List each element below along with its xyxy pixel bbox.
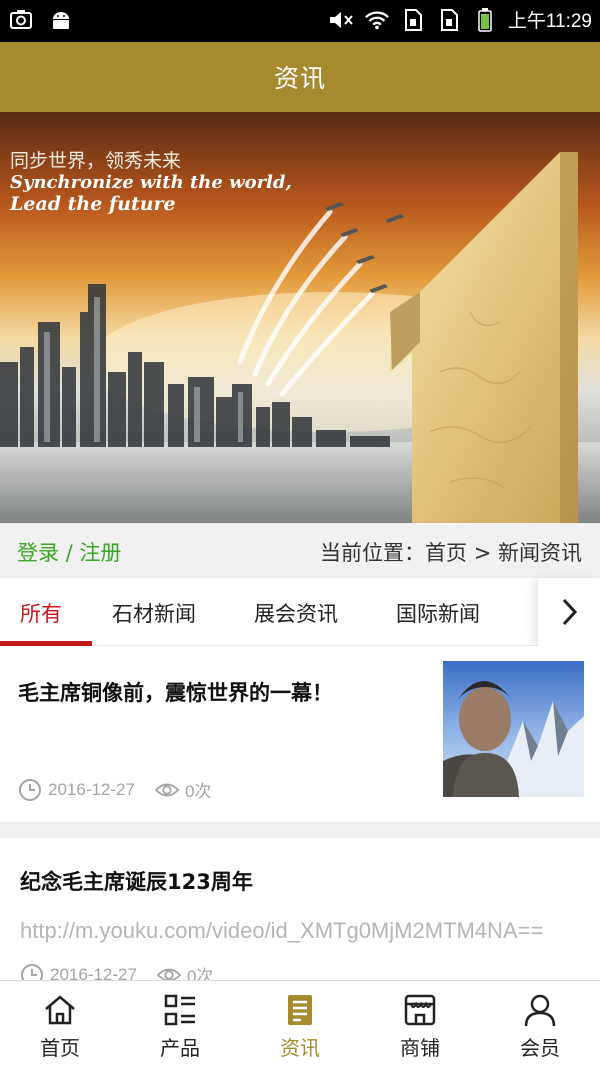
banner-slogan-cn: 同步世界，领秀未来	[10, 150, 182, 172]
sim1-icon	[400, 7, 426, 33]
nav-label: 商铺	[400, 1036, 440, 1060]
clock: 上午11:29	[507, 11, 592, 32]
screenshot-icon	[8, 7, 34, 33]
chevron-right-icon	[562, 598, 578, 626]
clock-icon	[20, 963, 44, 980]
nav-label: 首页	[40, 1036, 80, 1060]
sim2-icon	[436, 7, 462, 33]
breadcrumb: 当前位置：首页 > 新闻资讯	[320, 541, 582, 565]
list-icon	[164, 994, 195, 1026]
bottom-nav: 首页 产品 资讯 商铺 会员	[0, 980, 600, 1067]
article-meta: 2016-12-27 0次	[20, 962, 213, 980]
wifi-icon	[364, 7, 390, 33]
user-icon	[524, 994, 556, 1027]
nav-home[interactable]: 首页	[0, 981, 120, 1067]
eye-icon	[154, 778, 179, 802]
status-bar: 上午11:29	[0, 0, 600, 42]
breadcrumb-bar: 登录 / 注册 当前位置：首页 > 新闻资讯	[0, 523, 600, 578]
nav-label: 产品	[160, 1036, 200, 1060]
nav-member[interactable]: 会员	[480, 981, 600, 1067]
banner-image[interactable]: 同步世界，领秀未来 Synchronize with the world, Le…	[0, 112, 600, 523]
article-meta: 2016-12-27 0次	[18, 777, 211, 802]
article-title[interactable]: 纪念毛主席诞辰123周年	[20, 866, 253, 896]
banner-slogan-en-line2: Lead the future	[10, 193, 176, 215]
page-title: 资讯	[273, 64, 326, 93]
banner-slogan-en-line1: Synchronize with the world,	[10, 172, 292, 193]
news-icon	[288, 995, 312, 1025]
tabs-scroll-right-button[interactable]	[538, 578, 600, 646]
article-video-url[interactable]: http://m.youku.com/video/id_XMTg0MjM2MTM…	[20, 918, 543, 944]
home-icon	[45, 995, 75, 1025]
clock-icon	[18, 778, 42, 802]
article-views: 0次	[184, 782, 212, 801]
mute-icon	[328, 7, 354, 33]
nav-products[interactable]: 产品	[120, 981, 240, 1067]
android-icon	[48, 7, 74, 33]
tab-stone-news[interactable]: 石材新闻	[112, 598, 196, 628]
article-date: 2016-12-27	[50, 964, 137, 981]
tab-international-news[interactable]: 国际新闻	[396, 598, 480, 628]
tab-exhibition-news[interactable]: 展会资讯	[254, 598, 338, 628]
nav-shops[interactable]: 商铺	[360, 981, 480, 1067]
nav-label: 资讯	[280, 1036, 320, 1060]
article-thumbnail[interactable]	[443, 661, 584, 797]
eye-icon	[156, 963, 181, 980]
article-title[interactable]: 毛主席铜像前，震惊世界的一幕！	[18, 677, 333, 707]
shop-icon	[404, 994, 436, 1026]
battery-icon	[472, 7, 498, 33]
tab-all[interactable]: 所有	[20, 598, 62, 628]
list-divider	[0, 822, 600, 838]
nav-label: 会员	[520, 1036, 560, 1060]
article-date: 2016-12-27	[48, 779, 135, 799]
app-header: 资讯	[0, 42, 600, 112]
category-tabs: 所有 石材新闻 展会资讯 国际新闻	[0, 578, 600, 646]
nav-news[interactable]: 资讯	[240, 981, 360, 1067]
login-register-link[interactable]: 登录 / 注册	[17, 537, 121, 567]
article-views: 0次	[186, 967, 214, 980]
article-item[interactable]: 纪念毛主席诞辰123周年 http://m.youku.com/video/id…	[0, 838, 600, 980]
